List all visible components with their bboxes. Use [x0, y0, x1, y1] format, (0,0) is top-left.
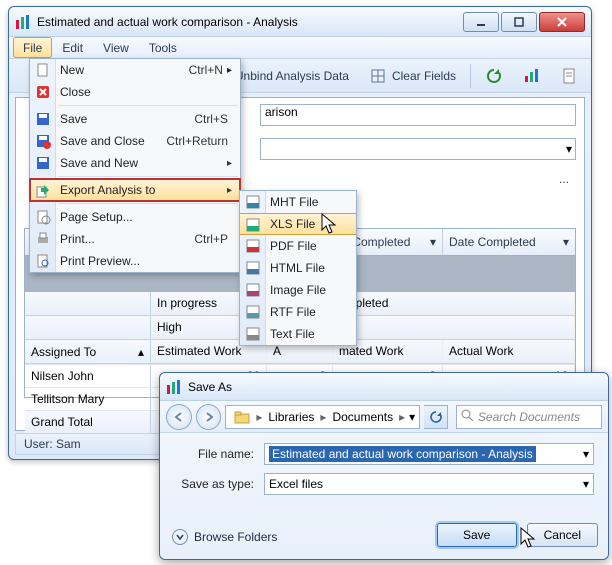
window-title: Estimated and actual work comparison - A…: [37, 15, 463, 29]
pdf-icon: [245, 238, 261, 254]
filename-label: File name:: [174, 447, 264, 461]
menu-file[interactable]: File: [13, 37, 52, 58]
save-button[interactable]: Save: [437, 523, 517, 547]
export-html[interactable]: HTML File: [240, 257, 356, 279]
chart-icon: [523, 67, 541, 85]
new-icon: [35, 62, 51, 78]
save-new-icon: [35, 155, 51, 171]
image-icon: [245, 282, 261, 298]
menu-print-preview[interactable]: Print Preview...: [30, 250, 240, 272]
chevron-down-icon: [172, 529, 188, 545]
more-options[interactable]: ...: [552, 172, 576, 186]
chevron-down-icon[interactable]: ▾: [409, 410, 415, 424]
chart-button[interactable]: [517, 64, 547, 88]
search-placeholder: Search Documents: [478, 410, 580, 424]
html-icon: [245, 260, 261, 276]
print-icon: [35, 231, 51, 247]
saveas-title: Save As: [188, 380, 602, 394]
breadcrumb-documents[interactable]: Documents: [328, 410, 397, 424]
unbind-label: Unbind Analysis Data: [235, 69, 349, 83]
menu-page-setup[interactable]: Page Setup...: [30, 206, 240, 228]
export-image[interactable]: Image File: [240, 279, 356, 301]
subject-select[interactable]: ▾: [260, 138, 576, 160]
status-completed: ompleted: [333, 292, 575, 315]
breadcrumb[interactable]: ▸ Libraries ▸ Documents ▸ ▾: [225, 405, 420, 429]
titlebar[interactable]: Estimated and actual work comparison - A…: [9, 7, 591, 37]
save-as-dialog: Save As ▸ Libraries ▸ Documents ▸ ▾ Sear…: [159, 372, 609, 560]
savetype-value: Excel files: [269, 477, 323, 491]
savetype-field[interactable]: Excel files ▾: [264, 473, 594, 495]
menu-close[interactable]: Close: [30, 81, 240, 103]
mht-icon: [245, 194, 261, 210]
chevron-down-icon[interactable]: ▾: [583, 447, 589, 461]
app-icon: [166, 379, 182, 395]
rtf-icon: [245, 304, 261, 320]
export-icon: [35, 183, 51, 199]
status-user: User: Sam: [24, 437, 81, 451]
cursor-icon: [321, 213, 339, 237]
menu-new[interactable]: New Ctrl+N ▸: [30, 59, 240, 81]
refresh-icon: [485, 67, 503, 85]
export-rtf[interactable]: RTF File: [240, 301, 356, 323]
export-mht[interactable]: MHT File: [240, 191, 356, 213]
window-buttons: [463, 12, 585, 32]
text-icon: [245, 326, 261, 342]
save-close-icon: [35, 133, 51, 149]
clear-fields-button[interactable]: Clear Fields: [363, 64, 462, 88]
filename-value: Estimated and actual work comparison - A…: [269, 446, 536, 462]
menu-print[interactable]: Print... Ctrl+P: [30, 228, 240, 250]
export-text[interactable]: Text File: [240, 323, 356, 345]
sort-icon[interactable]: ▴: [138, 345, 144, 359]
minimize-button[interactable]: [463, 12, 499, 32]
close-icon: [35, 84, 51, 100]
menu-edit[interactable]: Edit: [52, 37, 93, 58]
filename-field[interactable]: Estimated and actual work comparison - A…: [264, 443, 594, 465]
menu-tools[interactable]: Tools: [139, 37, 187, 58]
menu-save[interactable]: Save Ctrl+S: [30, 108, 240, 130]
filter-icon[interactable]: ▾: [430, 235, 436, 249]
breadcrumb-libraries[interactable]: Libraries: [264, 410, 318, 424]
page-setup-icon: [35, 209, 51, 225]
export-pdf[interactable]: PDF File: [240, 235, 356, 257]
menu-export-analysis[interactable]: Export Analysis to ▸: [30, 179, 240, 201]
close-button[interactable]: [539, 12, 585, 32]
menubar: File Edit View Tools: [9, 37, 591, 59]
refresh-button[interactable]: [479, 64, 509, 88]
menu-save-and-new[interactable]: Save and New ▸: [30, 152, 240, 174]
file-menu-dropdown: New Ctrl+N ▸ Close Save Ctrl+S Save and …: [29, 58, 241, 273]
export-submenu: MHT File XLS File PDF File HTML File Ima…: [239, 190, 357, 346]
search-input[interactable]: Search Documents: [456, 405, 602, 429]
filter-icon[interactable]: ▾: [563, 235, 569, 249]
chevron-down-icon[interactable]: ▾: [583, 477, 589, 491]
nav-back-button[interactable]: [166, 404, 192, 430]
search-icon: [461, 409, 474, 425]
col-assigned-to[interactable]: Assigned To: [31, 345, 96, 359]
clear-label: Clear Fields: [392, 69, 456, 83]
browse-folders-toggle[interactable]: Browse Folders: [172, 529, 277, 545]
chevron-down-icon: ▾: [566, 142, 572, 156]
folder-icon: [230, 410, 254, 424]
xls-icon: [245, 217, 261, 233]
savetype-label: Save as type:: [174, 477, 264, 491]
app-icon: [15, 14, 31, 30]
nav-forward-button[interactable]: [196, 404, 222, 430]
name-field[interactable]: arison: [260, 104, 576, 126]
col-actual-work[interactable]: Actual Work: [443, 340, 575, 363]
save-icon: [35, 111, 51, 127]
maximize-button[interactable]: [501, 12, 537, 32]
cursor-icon: [520, 527, 538, 551]
report-button[interactable]: [555, 64, 585, 88]
clear-icon: [369, 67, 387, 85]
col-date-completed[interactable]: Date Completed: [449, 235, 536, 249]
menu-save-and-close[interactable]: Save and Close Ctrl+Return: [30, 130, 240, 152]
menu-view[interactable]: View: [93, 37, 139, 58]
saveas-navbar: ▸ Libraries ▸ Documents ▸ ▾ Search Docum…: [160, 401, 608, 433]
print-preview-icon: [35, 253, 51, 269]
report-icon: [561, 67, 579, 85]
refresh-location-button[interactable]: [424, 405, 448, 429]
